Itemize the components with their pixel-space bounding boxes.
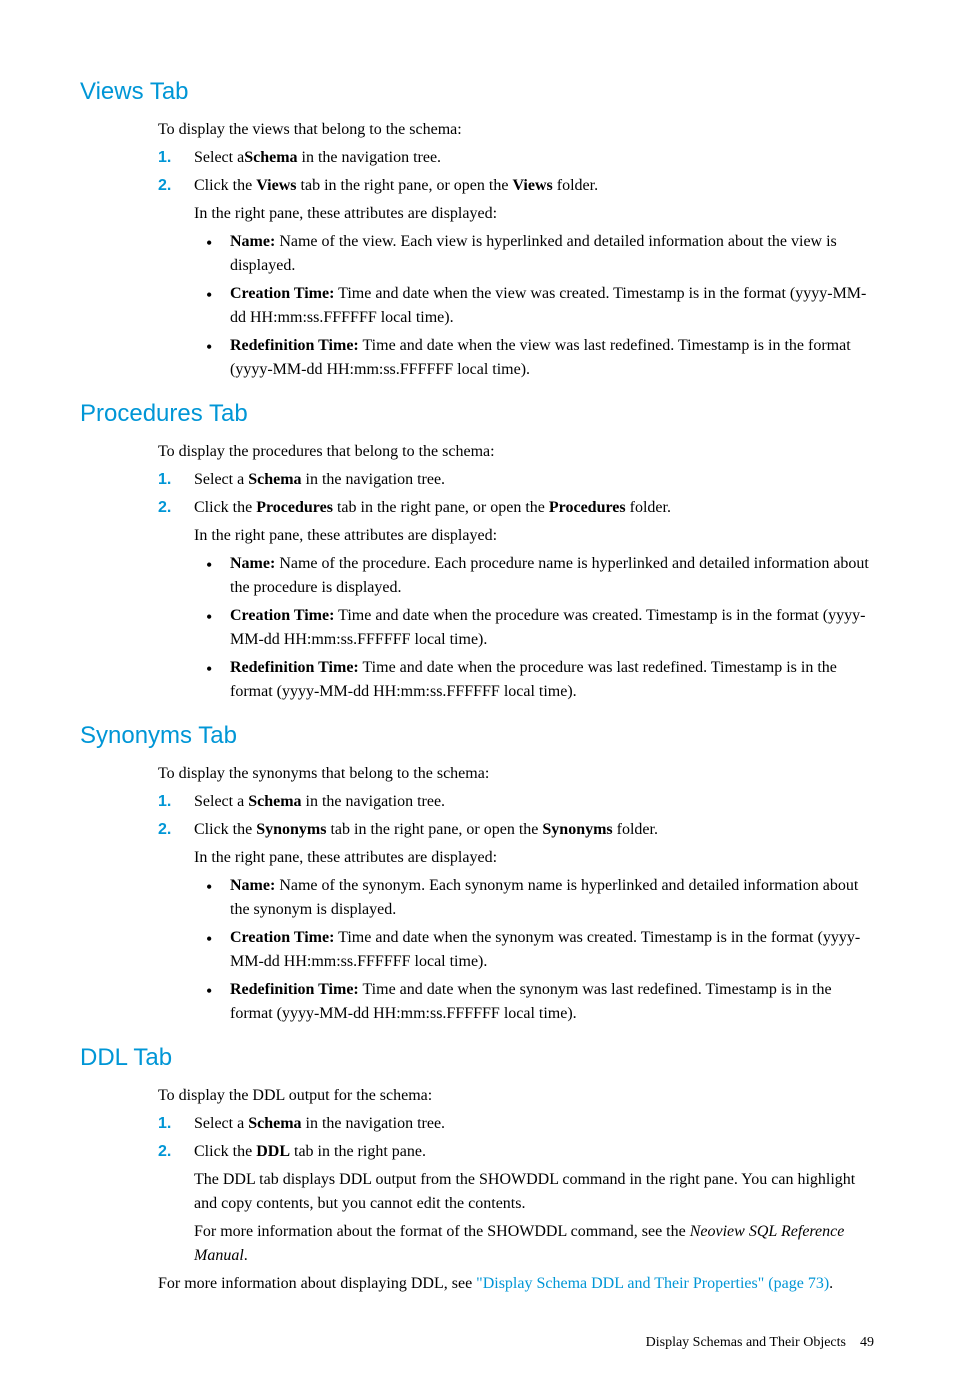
views-step-1: 1. Select aSchema in the navigation tree…	[158, 146, 874, 170]
step-number: 2.	[158, 174, 171, 198]
step-text: Click the Synonyms tab in the right pane…	[194, 821, 658, 838]
views-attrs-intro: In the right pane, these attributes are …	[194, 202, 874, 226]
procedures-attr-redefinition-time: Redefinition Time: Time and date when th…	[230, 656, 874, 704]
step-number: 2.	[158, 496, 171, 520]
procedures-intro: To display the procedures that belong to…	[158, 440, 874, 464]
ddl-steps: 1. Select a Schema in the navigation tre…	[158, 1112, 874, 1268]
page-number: 49	[860, 1335, 874, 1350]
synonyms-attr-creation-time: Creation Time: Time and date when the sy…	[230, 926, 874, 974]
procedures-step-2: 2. Click the Procedures tab in the right…	[158, 496, 874, 704]
footer-title: Display Schemas and Their Objects	[646, 1335, 846, 1350]
views-step-2: 2. Click the Views tab in the right pane…	[158, 174, 874, 382]
synonyms-step-2: 2. Click the Synonyms tab in the right p…	[158, 818, 874, 1026]
step-text: Click the Views tab in the right pane, o…	[194, 177, 598, 194]
synonyms-steps: 1. Select a Schema in the navigation tre…	[158, 790, 874, 1026]
page-footer: Display Schemas and Their Objects 49	[80, 1332, 874, 1353]
procedures-step-1: 1. Select a Schema in the navigation tre…	[158, 468, 874, 492]
ddl-para-2: For more information about the format of…	[194, 1220, 874, 1268]
views-intro: To display the views that belong to the …	[158, 118, 874, 142]
step-text: Select a Schema in the navigation tree.	[194, 471, 445, 488]
procedures-attr-creation-time: Creation Time: Time and date when the pr…	[230, 604, 874, 652]
synonyms-attrs-list: Name: Name of the synonym. Each synonym …	[194, 874, 874, 1026]
ddl-outro: For more information about displaying DD…	[158, 1272, 874, 1296]
step-text: Select a Schema in the navigation tree.	[194, 1115, 445, 1132]
step-number: 2.	[158, 1140, 171, 1164]
procedures-attrs-list: Name: Name of the procedure. Each proced…	[194, 552, 874, 704]
synonyms-attrs-intro: In the right pane, these attributes are …	[194, 846, 874, 870]
ddl-step-1: 1. Select a Schema in the navigation tre…	[158, 1112, 874, 1136]
step-text: Click the DDL tab in the right pane.	[194, 1143, 426, 1160]
ddl-tab-heading: DDL Tab	[80, 1040, 874, 1076]
step-number: 2.	[158, 818, 171, 842]
synonyms-step-1: 1. Select a Schema in the navigation tre…	[158, 790, 874, 814]
ddl-intro: To display the DDL output for the schema…	[158, 1084, 874, 1108]
step-number: 1.	[158, 1112, 171, 1136]
step-number: 1.	[158, 468, 171, 492]
procedures-tab-heading: Procedures Tab	[80, 396, 874, 432]
ddl-step-2: 2. Click the DDL tab in the right pane. …	[158, 1140, 874, 1268]
views-steps: 1. Select aSchema in the navigation tree…	[158, 146, 874, 382]
step-text: Click the Procedures tab in the right pa…	[194, 499, 671, 516]
synonyms-attr-redefinition-time: Redefinition Time: Time and date when th…	[230, 978, 874, 1026]
step-number: 1.	[158, 790, 171, 814]
synonyms-attr-name: Name: Name of the synonym. Each synonym …	[230, 874, 874, 922]
procedures-attrs-intro: In the right pane, these attributes are …	[194, 524, 874, 548]
views-attrs-list: Name: Name of the view. Each view is hyp…	[194, 230, 874, 382]
procedures-steps: 1. Select a Schema in the navigation tre…	[158, 468, 874, 704]
synonyms-intro: To display the synonyms that belong to t…	[158, 762, 874, 786]
views-tab-heading: Views Tab	[80, 74, 874, 110]
step-text: Select aSchema in the navigation tree.	[194, 149, 441, 166]
step-number: 1.	[158, 146, 171, 170]
views-attr-redefinition-time: Redefinition Time: Time and date when th…	[230, 334, 874, 382]
views-attr-name: Name: Name of the view. Each view is hyp…	[230, 230, 874, 278]
ddl-display-link[interactable]: "Display Schema DDL and Their Properties…	[476, 1275, 829, 1292]
procedures-attr-name: Name: Name of the procedure. Each proced…	[230, 552, 874, 600]
synonyms-tab-heading: Synonyms Tab	[80, 718, 874, 754]
views-attr-creation-time: Creation Time: Time and date when the vi…	[230, 282, 874, 330]
ddl-para-1: The DDL tab displays DDL output from the…	[194, 1168, 874, 1216]
step-text: Select a Schema in the navigation tree.	[194, 793, 445, 810]
